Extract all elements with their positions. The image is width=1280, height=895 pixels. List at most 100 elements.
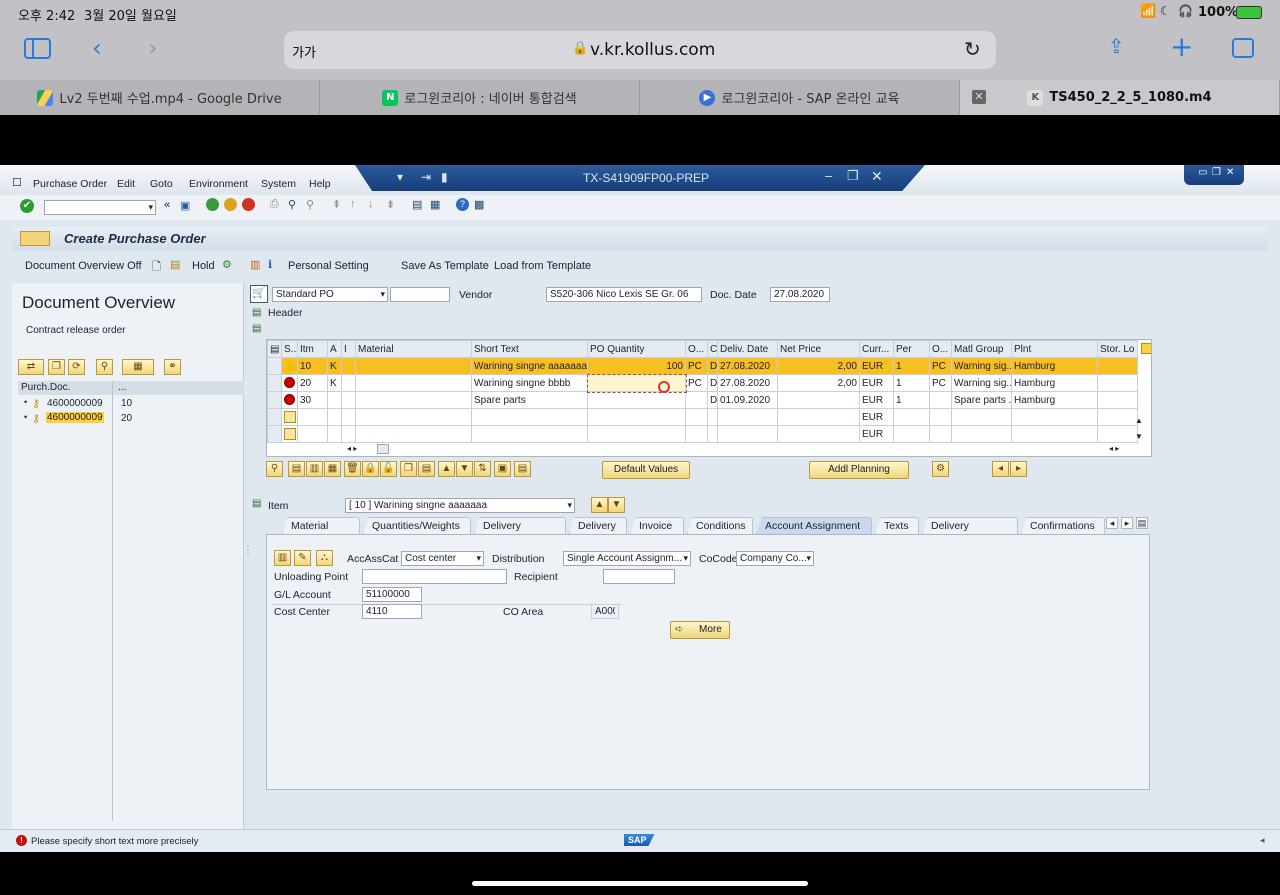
doc-overview-toggle-icon[interactable] [20, 231, 50, 246]
sort-asc-icon[interactable]: ▲ [438, 461, 455, 477]
back-nav-icon[interactable] [206, 198, 219, 211]
close-tab-icon[interactable]: ✕ [972, 90, 986, 104]
status-message[interactable]: Please specify short text more precisely [31, 836, 198, 847]
cell-order-unit[interactable] [685, 408, 708, 426]
refresh-icon[interactable]: ⟳ [68, 359, 85, 375]
table-row[interactable]: EUR [267, 425, 1138, 443]
gl-account-field[interactable] [362, 587, 422, 602]
tab-delivery-address[interactable]: Delivery Address [922, 517, 1018, 534]
scroll-up-icon[interactable]: ▲ [1135, 416, 1143, 425]
col-plant[interactable]: Plnt [1011, 340, 1098, 358]
row-selector[interactable] [267, 357, 282, 375]
collapse-items-icon[interactable]: ▤ [252, 323, 261, 334]
cell-stor-loc[interactable] [1097, 374, 1138, 392]
header-label[interactable]: Header [268, 307, 302, 319]
tab-account-assignment[interactable]: Account Assignment [756, 517, 872, 534]
menu-edit[interactable]: Edit [117, 178, 135, 190]
new-doc-icon[interactable]: 🗋 [152, 258, 161, 277]
col-itm[interactable]: Itm [297, 340, 328, 358]
cell-net-price[interactable] [777, 425, 860, 443]
row-selector[interactable] [267, 425, 282, 443]
cancel-icon[interactable] [242, 198, 255, 211]
cell-plant[interactable]: Hamburg [1011, 357, 1098, 375]
cell-short-text[interactable] [471, 408, 588, 426]
col-currency[interactable]: Curr... [859, 340, 894, 358]
selection-variant-icon[interactable]: ⇄ [18, 359, 44, 375]
services-icon[interactable]: ▤ [514, 461, 531, 477]
cell-stor-loc[interactable] [1097, 391, 1138, 409]
share-icon[interactable]: ⇪ [1108, 34, 1125, 58]
po-number-field[interactable] [390, 287, 450, 302]
doc-date-field[interactable] [770, 287, 830, 302]
distribution-icon[interactable]: ⛬ [316, 550, 333, 566]
cell-c[interactable]: D [707, 357, 718, 375]
cell-order-price-unit[interactable] [929, 391, 952, 409]
close-icon[interactable]: ✕ [871, 168, 883, 185]
list-item[interactable]: • ⚷ 4600000009 10 [18, 397, 244, 412]
menu-help[interactable]: Help [309, 178, 331, 190]
new-session-icon[interactable]: ▤ [412, 198, 422, 211]
browser-tab-sap-course[interactable]: ▶ 로그윈코리아 - SAP 온라인 교육 [640, 80, 960, 115]
sidebar-icon[interactable] [24, 38, 51, 59]
prev-item-icon[interactable]: ▲ [591, 497, 608, 513]
collapse-icon[interactable]: « [164, 199, 170, 211]
menu-purchase-order[interactable]: Purchase Order [33, 178, 107, 190]
item-select[interactable]: [ 10 ] Warining singne aaaaaaa [345, 498, 575, 513]
restore-icon[interactable]: ❐ [847, 168, 859, 184]
find-icon[interactable]: ⚲ [288, 198, 296, 211]
edit-pencil-icon[interactable]: ✎ [294, 550, 311, 566]
cell-po-quantity[interactable]: 100 [587, 357, 686, 375]
info-icon[interactable]: ℹ [268, 258, 272, 271]
cocode-select[interactable]: Company Co... [736, 551, 814, 566]
save-as-template-button[interactable]: Save As Template [401, 260, 489, 272]
list-item[interactable]: • ⚷ 4600000009 20 [18, 412, 244, 427]
browser-tab-naver[interactable]: N 로그윈코리아 : 네이버 통합검색 [320, 80, 640, 115]
command-field[interactable] [44, 200, 156, 215]
cell-deliv-date[interactable]: 27.08.2020 [717, 357, 778, 375]
cell-i[interactable] [341, 357, 356, 375]
select-all-icon[interactable]: ▤ [288, 461, 305, 477]
cell-po-quantity[interactable] [587, 425, 686, 443]
menu-goto[interactable]: Goto [150, 178, 173, 190]
cell-plant[interactable]: Hamburg [1011, 374, 1098, 392]
unlock-item-icon[interactable]: 🔓 [380, 461, 397, 477]
next-screen-icon[interactable]: ▸ [1010, 461, 1027, 477]
cell-net-price[interactable]: 2,00 [777, 357, 860, 375]
table-row[interactable]: 30 Spare parts D 01.09.2020 EUR 1 Spare parts … [267, 391, 1138, 409]
print-icon[interactable]: ⎙ [270, 198, 279, 211]
cell-currency[interactable]: EUR [859, 391, 894, 409]
cell-a[interactable] [327, 425, 342, 443]
tab-conditions[interactable]: Conditions [687, 517, 753, 534]
new-tab-icon[interactable]: + [1170, 30, 1193, 63]
scroll-down-icon[interactable]: ▼ [1135, 432, 1143, 441]
home-indicator[interactable] [472, 881, 808, 886]
cell-material[interactable] [355, 374, 472, 392]
cell-c[interactable]: D [707, 374, 718, 392]
browser-tab-kollus[interactable]: ✕ K TS450_2_2_5_1080.m4 [960, 80, 1280, 115]
col-net-price[interactable]: Net Price [777, 340, 860, 358]
binoculars-icon[interactable]: ⚲ [96, 359, 113, 375]
cell-matl-group[interactable]: Warning sig... [951, 357, 1012, 375]
cell-matl-group[interactable]: Warning sig... [951, 374, 1012, 392]
cell-net-price[interactable] [777, 408, 860, 426]
expand-header-icon[interactable]: ▤ [252, 307, 261, 318]
open-doc-icon[interactable]: ▤ [170, 258, 180, 271]
exit-icon[interactable] [224, 198, 237, 211]
select-block-icon[interactable]: ▦ [324, 461, 341, 477]
outer-close-icon[interactable]: ✕ [1226, 167, 1234, 178]
cell-i[interactable] [341, 425, 356, 443]
planning-icon[interactable]: ⚙ [932, 461, 949, 477]
details-icon[interactable]: ⚲ [266, 461, 283, 477]
cell-i[interactable] [341, 408, 356, 426]
menu-system[interactable]: System [261, 178, 296, 190]
first-page-icon[interactable]: ⇞ [332, 198, 341, 211]
cell-per[interactable]: 1 [893, 374, 930, 392]
col-deliv-date[interactable]: Deliv. Date [717, 340, 778, 358]
col-a[interactable]: A [327, 340, 342, 358]
cell-plant[interactable] [1011, 425, 1098, 443]
cell-a[interactable]: K [327, 374, 342, 392]
load-from-template-button[interactable]: Load from Template [494, 260, 591, 272]
cell-c[interactable] [707, 408, 718, 426]
cell-material[interactable] [355, 391, 472, 409]
table-row[interactable]: EUR [267, 408, 1138, 426]
